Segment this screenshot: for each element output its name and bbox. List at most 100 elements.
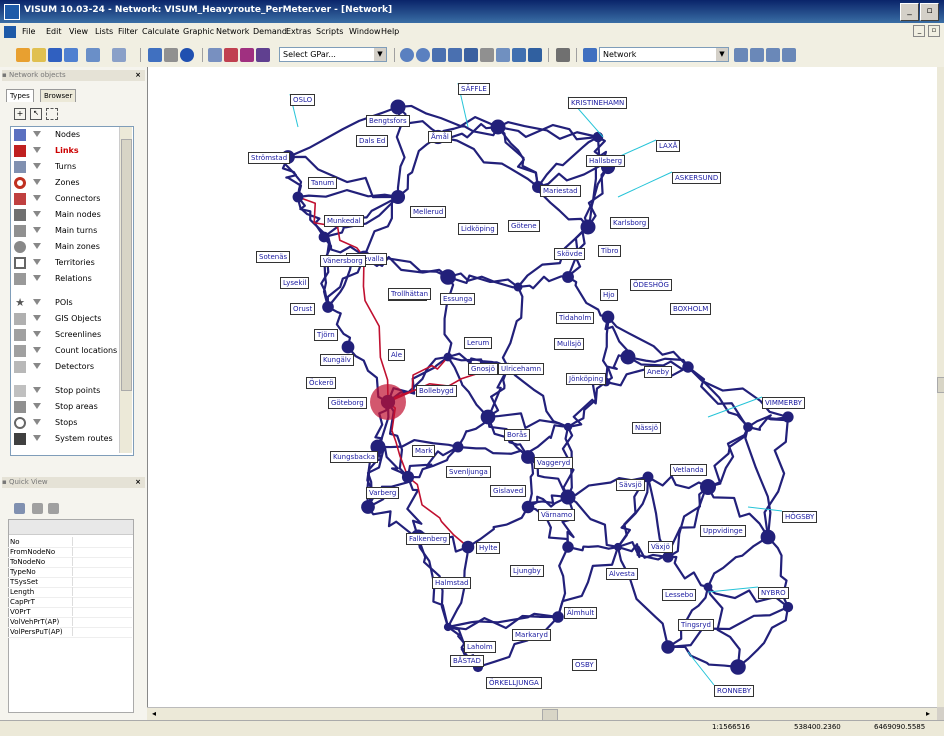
city-label[interactable]: Bollebygd: [416, 385, 457, 397]
city-label[interactable]: Halmstad: [432, 577, 472, 589]
tab-types[interactable]: Types: [6, 89, 34, 102]
city-label[interactable]: Lysekil: [280, 277, 310, 289]
map-vertical-scrollbar[interactable]: [937, 67, 944, 707]
city-label[interactable]: Hjo: [600, 289, 618, 301]
city-label[interactable]: Mullsjö: [554, 338, 585, 350]
city-label[interactable]: Sotenäs: [256, 251, 291, 263]
city-label[interactable]: Ale: [388, 349, 406, 361]
menu-file[interactable]: File: [22, 27, 35, 36]
city-label[interactable]: Tidaholm: [556, 312, 595, 324]
filter-icon[interactable]: [33, 315, 41, 321]
filter-icon[interactable]: [33, 147, 41, 153]
pin-icon[interactable]: ▪: [2, 478, 9, 486]
quick-view-value[interactable]: [72, 557, 135, 566]
city-label[interactable]: Bengtsfors: [366, 115, 410, 127]
filter-icon[interactable]: [33, 331, 41, 337]
save-as-icon[interactable]: [64, 48, 78, 62]
city-label[interactable]: KRISTINEHAMN: [568, 97, 628, 109]
menu-scripts[interactable]: Scripts: [316, 27, 343, 36]
city-label[interactable]: Vetlanda: [670, 464, 707, 476]
filter-icon[interactable]: [33, 195, 41, 201]
city-label[interactable]: BÅSTAD: [450, 655, 484, 667]
list-item-zones[interactable]: Zones: [11, 175, 119, 191]
city-label[interactable]: Tjörn: [314, 329, 338, 341]
menu-graphic[interactable]: Graphic: [183, 27, 214, 36]
menu-edit[interactable]: Edit: [46, 27, 62, 36]
city-label[interactable]: Tanum: [308, 177, 338, 189]
city-label[interactable]: Alvesta: [606, 568, 638, 580]
redo-icon[interactable]: [112, 48, 126, 62]
menu-lists[interactable]: Lists: [95, 27, 113, 36]
quick-view-value[interactable]: [72, 537, 135, 546]
list-item-pois[interactable]: ★ POIs: [11, 295, 119, 311]
city-label[interactable]: Laholm: [464, 641, 496, 653]
city-label[interactable]: Munkedal: [324, 215, 364, 227]
new-icon[interactable]: [16, 48, 30, 62]
full-view-icon[interactable]: [464, 48, 478, 62]
list-item-nodes[interactable]: Nodes: [11, 127, 119, 143]
city-label[interactable]: Aneby: [644, 366, 673, 378]
city-label[interactable]: Ulricehamn: [498, 363, 545, 375]
filter-icon[interactable]: [33, 227, 41, 233]
edit-icon[interactable]: [512, 48, 526, 62]
list-item-screenlines[interactable]: Screenlines: [11, 327, 119, 343]
horizontal-split-icon[interactable]: [750, 48, 764, 62]
scrollbar-thumb[interactable]: [937, 377, 944, 393]
menu-view[interactable]: View: [69, 27, 88, 36]
city-label[interactable]: RONNEBY: [714, 685, 754, 697]
list-item-stop-areas[interactable]: Stop areas: [11, 399, 119, 415]
vertical-split-icon[interactable]: [766, 48, 780, 62]
city-label[interactable]: Mellerud: [410, 206, 447, 218]
city-label[interactable]: Uppvidinge: [700, 525, 746, 537]
city-label[interactable]: ÖRKELLJUNGA: [486, 677, 542, 689]
filter-icon[interactable]: [33, 299, 41, 305]
list-item-main-nodes[interactable]: Main nodes: [11, 207, 119, 223]
layout-icon[interactable]: [782, 48, 796, 62]
city-label[interactable]: HÖGSBY: [782, 511, 818, 523]
city-label[interactable]: Varberg: [366, 487, 400, 499]
city-label[interactable]: Göteborg: [328, 397, 367, 409]
list-item-territories[interactable]: Territories: [11, 255, 119, 271]
city-label[interactable]: Götene: [508, 220, 540, 232]
city-label[interactable]: Karlsborg: [610, 217, 650, 229]
list-item-system-routes[interactable]: System routes: [11, 431, 119, 447]
city-label[interactable]: Ljungby: [510, 565, 544, 577]
objects-scrollbar[interactable]: [119, 127, 132, 453]
city-label[interactable]: SÄFFLE: [458, 83, 490, 95]
city-label[interactable]: Gislaved: [490, 485, 527, 497]
print-icon[interactable]: [164, 48, 178, 62]
tab-browser[interactable]: Browser: [40, 89, 77, 102]
menu-network[interactable]: Network: [216, 27, 249, 36]
copy-icon[interactable]: [32, 503, 43, 514]
city-label[interactable]: Trollhättan: [388, 288, 432, 300]
list-item-turns[interactable]: Turns: [11, 159, 119, 175]
mdi-restore-icon[interactable]: ▫: [928, 25, 940, 37]
city-label[interactable]: Lidköping: [458, 223, 498, 235]
quick-view-value[interactable]: [72, 547, 135, 556]
filter-set-icon[interactable]: [256, 48, 270, 62]
menu-window[interactable]: Window: [349, 27, 381, 36]
quick-view-value[interactable]: [72, 607, 135, 616]
city-label[interactable]: OSLO: [290, 94, 316, 106]
city-label[interactable]: Åmål: [428, 131, 452, 143]
city-label[interactable]: Orust: [290, 303, 316, 315]
open-icon[interactable]: [32, 48, 46, 62]
city-label[interactable]: NYBRO: [758, 587, 789, 599]
scrollbar-thumb[interactable]: [121, 139, 132, 391]
menu-filter[interactable]: Filter: [118, 27, 138, 36]
filter-icon[interactable]: [33, 435, 41, 441]
filter-icon[interactable]: [33, 275, 41, 281]
map-horizontal-scrollbar[interactable]: ◂ ▸: [147, 707, 937, 721]
city-label[interactable]: Borås: [504, 429, 530, 441]
city-label[interactable]: Sävsjö: [616, 479, 645, 491]
city-label[interactable]: Växjö: [648, 541, 673, 553]
filter-icon[interactable]: [33, 243, 41, 249]
list-item-gis-objects[interactable]: GIS Objects: [11, 311, 119, 327]
city-label[interactable]: Nässjö: [632, 422, 662, 434]
restore-button[interactable]: ▫: [920, 3, 939, 21]
menu-calculate[interactable]: Calculate: [142, 27, 179, 36]
city-label[interactable]: Hylte: [476, 542, 501, 554]
save-icon[interactable]: [48, 48, 62, 62]
city-label[interactable]: Gnosjö: [468, 363, 499, 375]
menu-help[interactable]: Help: [381, 27, 399, 36]
